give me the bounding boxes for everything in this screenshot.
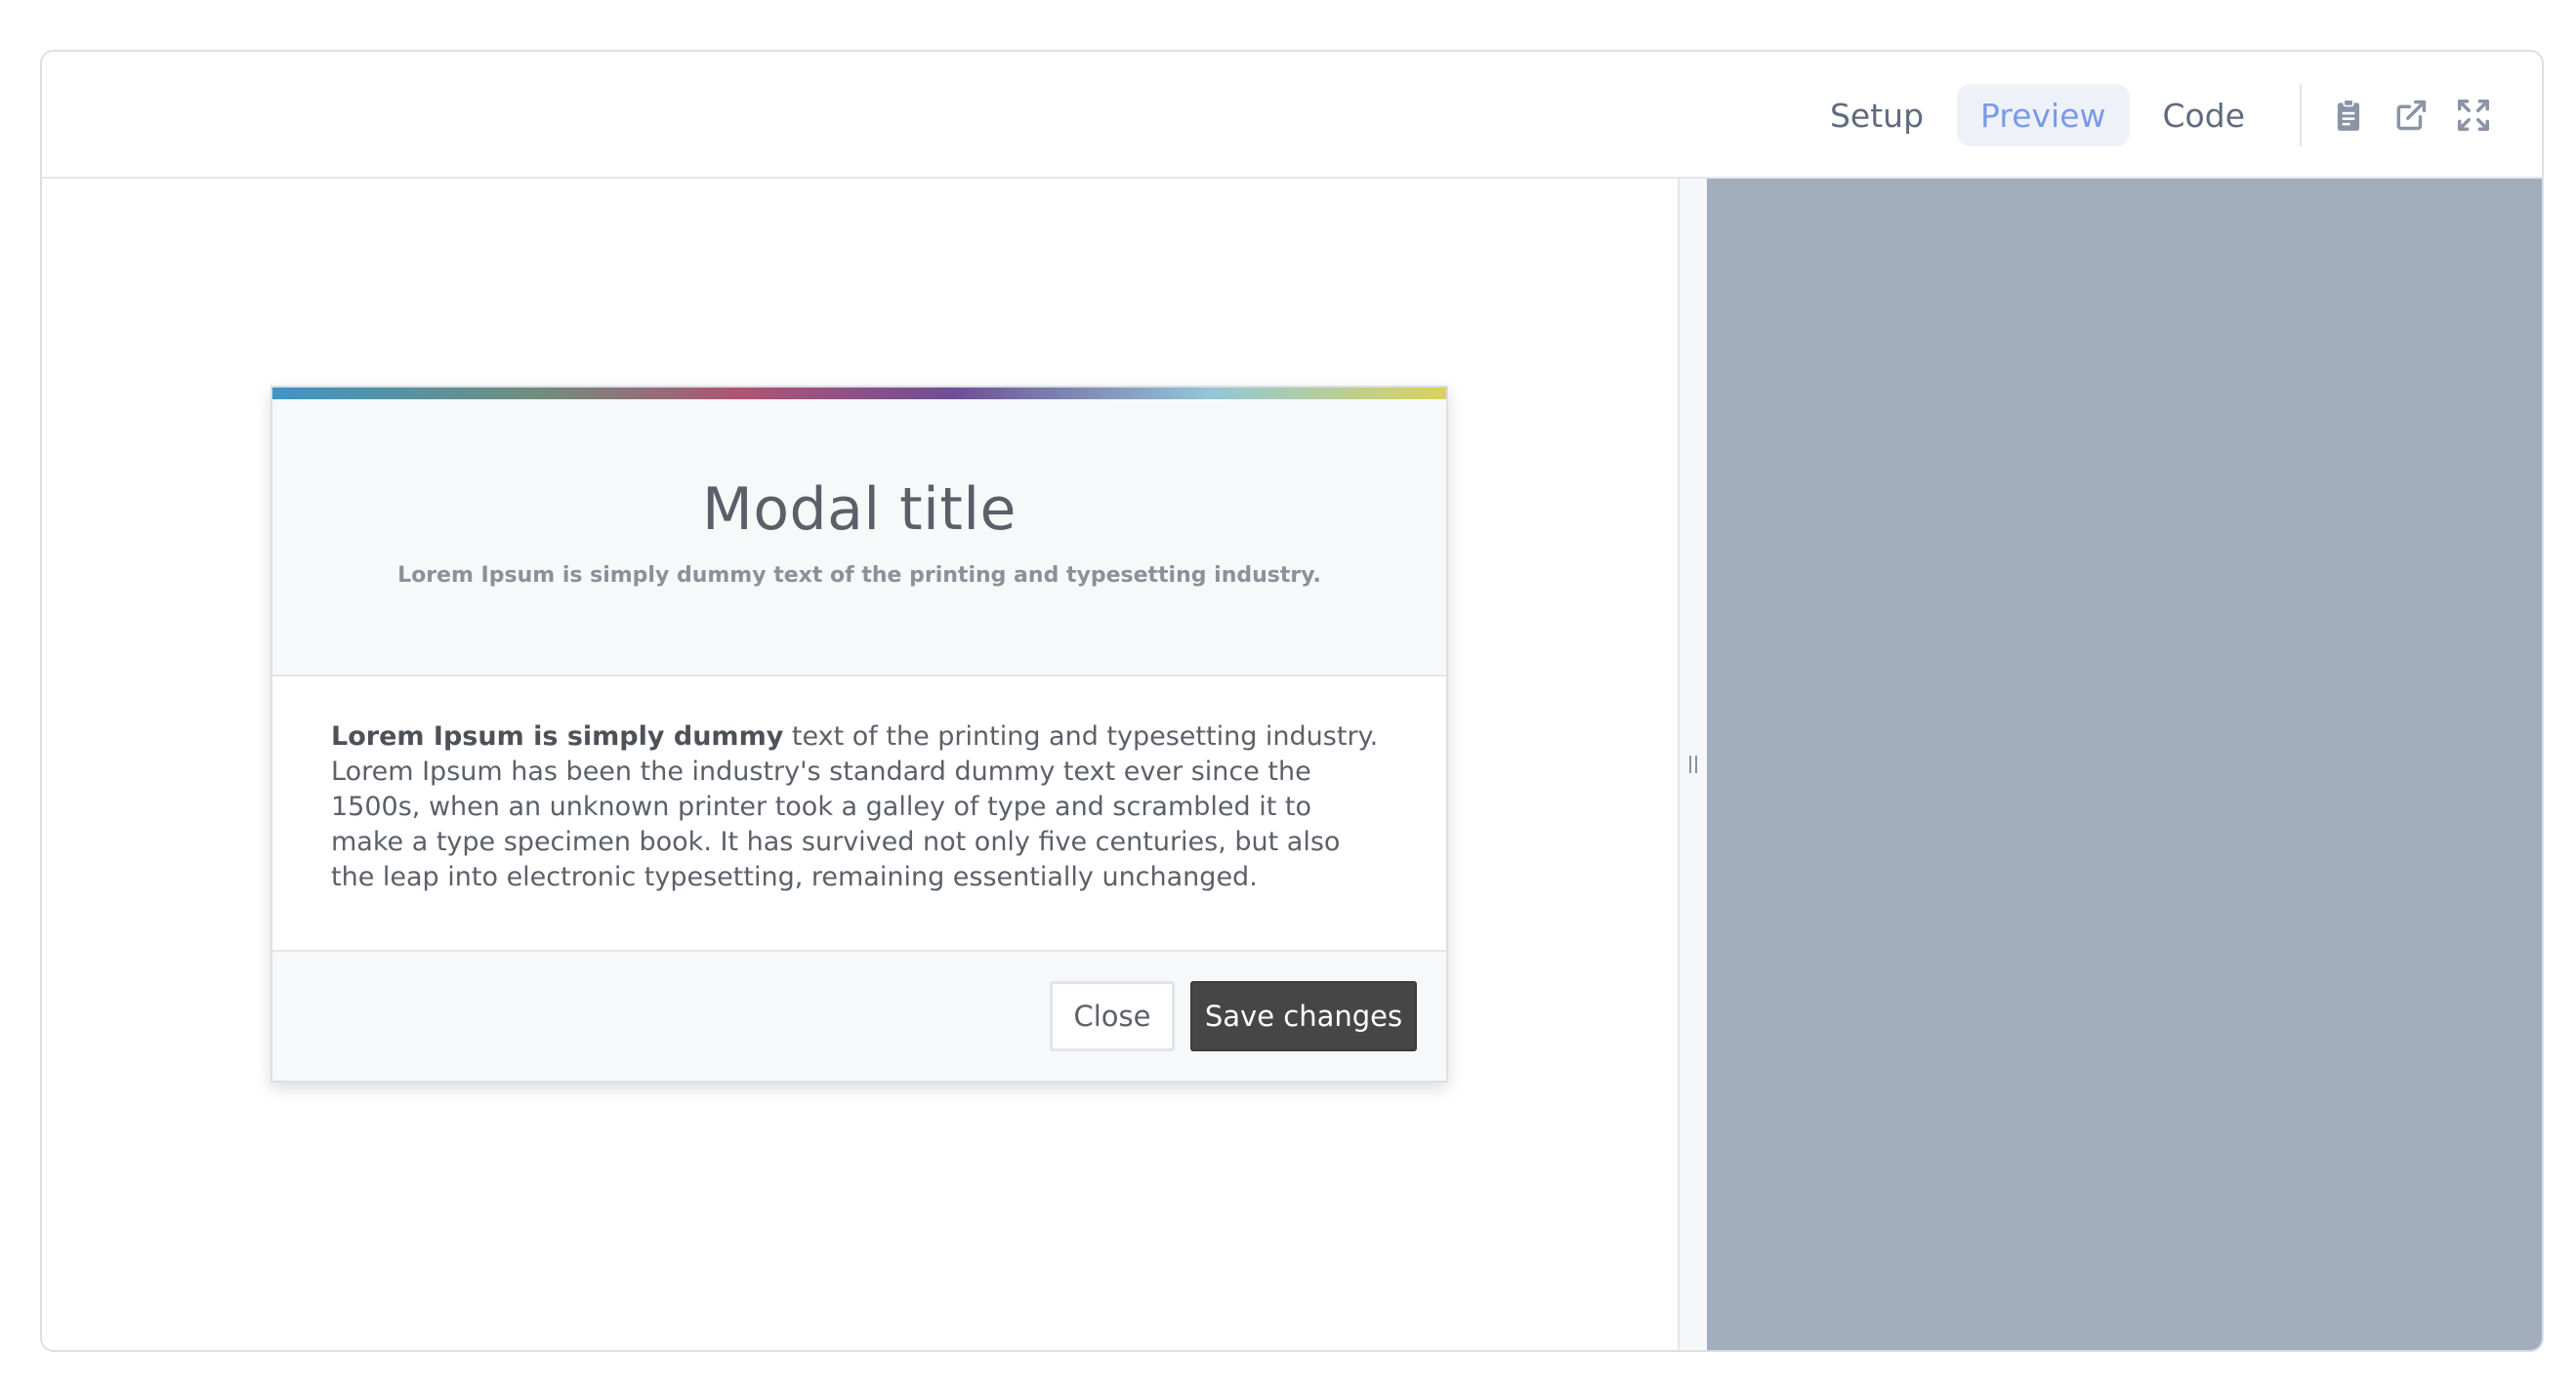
- modal-title: Modal title: [702, 475, 1017, 544]
- modal-dialog: Modal title Lorem Ipsum is simply dummy …: [270, 386, 1448, 1083]
- close-button[interactable]: Close: [1050, 981, 1175, 1051]
- modal-subtitle: Lorem Ipsum is simply dummy text of the …: [397, 563, 1321, 588]
- modal-body-bold: Lorem Ipsum is simply dummy: [331, 721, 784, 752]
- modal-body: Lorem Ipsum is simply dummy text of the …: [272, 676, 1446, 952]
- modal-header: Modal title Lorem Ipsum is simply dummy …: [272, 399, 1446, 676]
- top-toolbar: Setup Preview Code: [42, 52, 2542, 179]
- modal-accent-bar: [272, 388, 1446, 399]
- external-link-icon[interactable]: [2386, 90, 2436, 141]
- fullscreen-icon[interactable]: [2448, 90, 2499, 141]
- tab-preview[interactable]: Preview: [1957, 84, 2130, 146]
- tab-setup[interactable]: Setup: [1807, 84, 1947, 146]
- clipboard-icon[interactable]: [2323, 90, 2374, 141]
- toolbar-separator: [2300, 84, 2302, 146]
- side-pane: [1707, 179, 2542, 1350]
- playground-frame: Setup Preview Code Modal title Lorem Ips…: [40, 50, 2544, 1352]
- modal-footer: Close Save changes: [272, 950, 1446, 1081]
- resize-handle[interactable]: [1678, 179, 1707, 1350]
- tab-code[interactable]: Code: [2140, 84, 2268, 146]
- view-tabs: Setup Preview Code: [1797, 52, 2542, 179]
- drag-grip-icon: [1689, 756, 1697, 773]
- preview-pane: Modal title Lorem Ipsum is simply dummy …: [42, 179, 1678, 1350]
- save-changes-button[interactable]: Save changes: [1190, 981, 1417, 1051]
